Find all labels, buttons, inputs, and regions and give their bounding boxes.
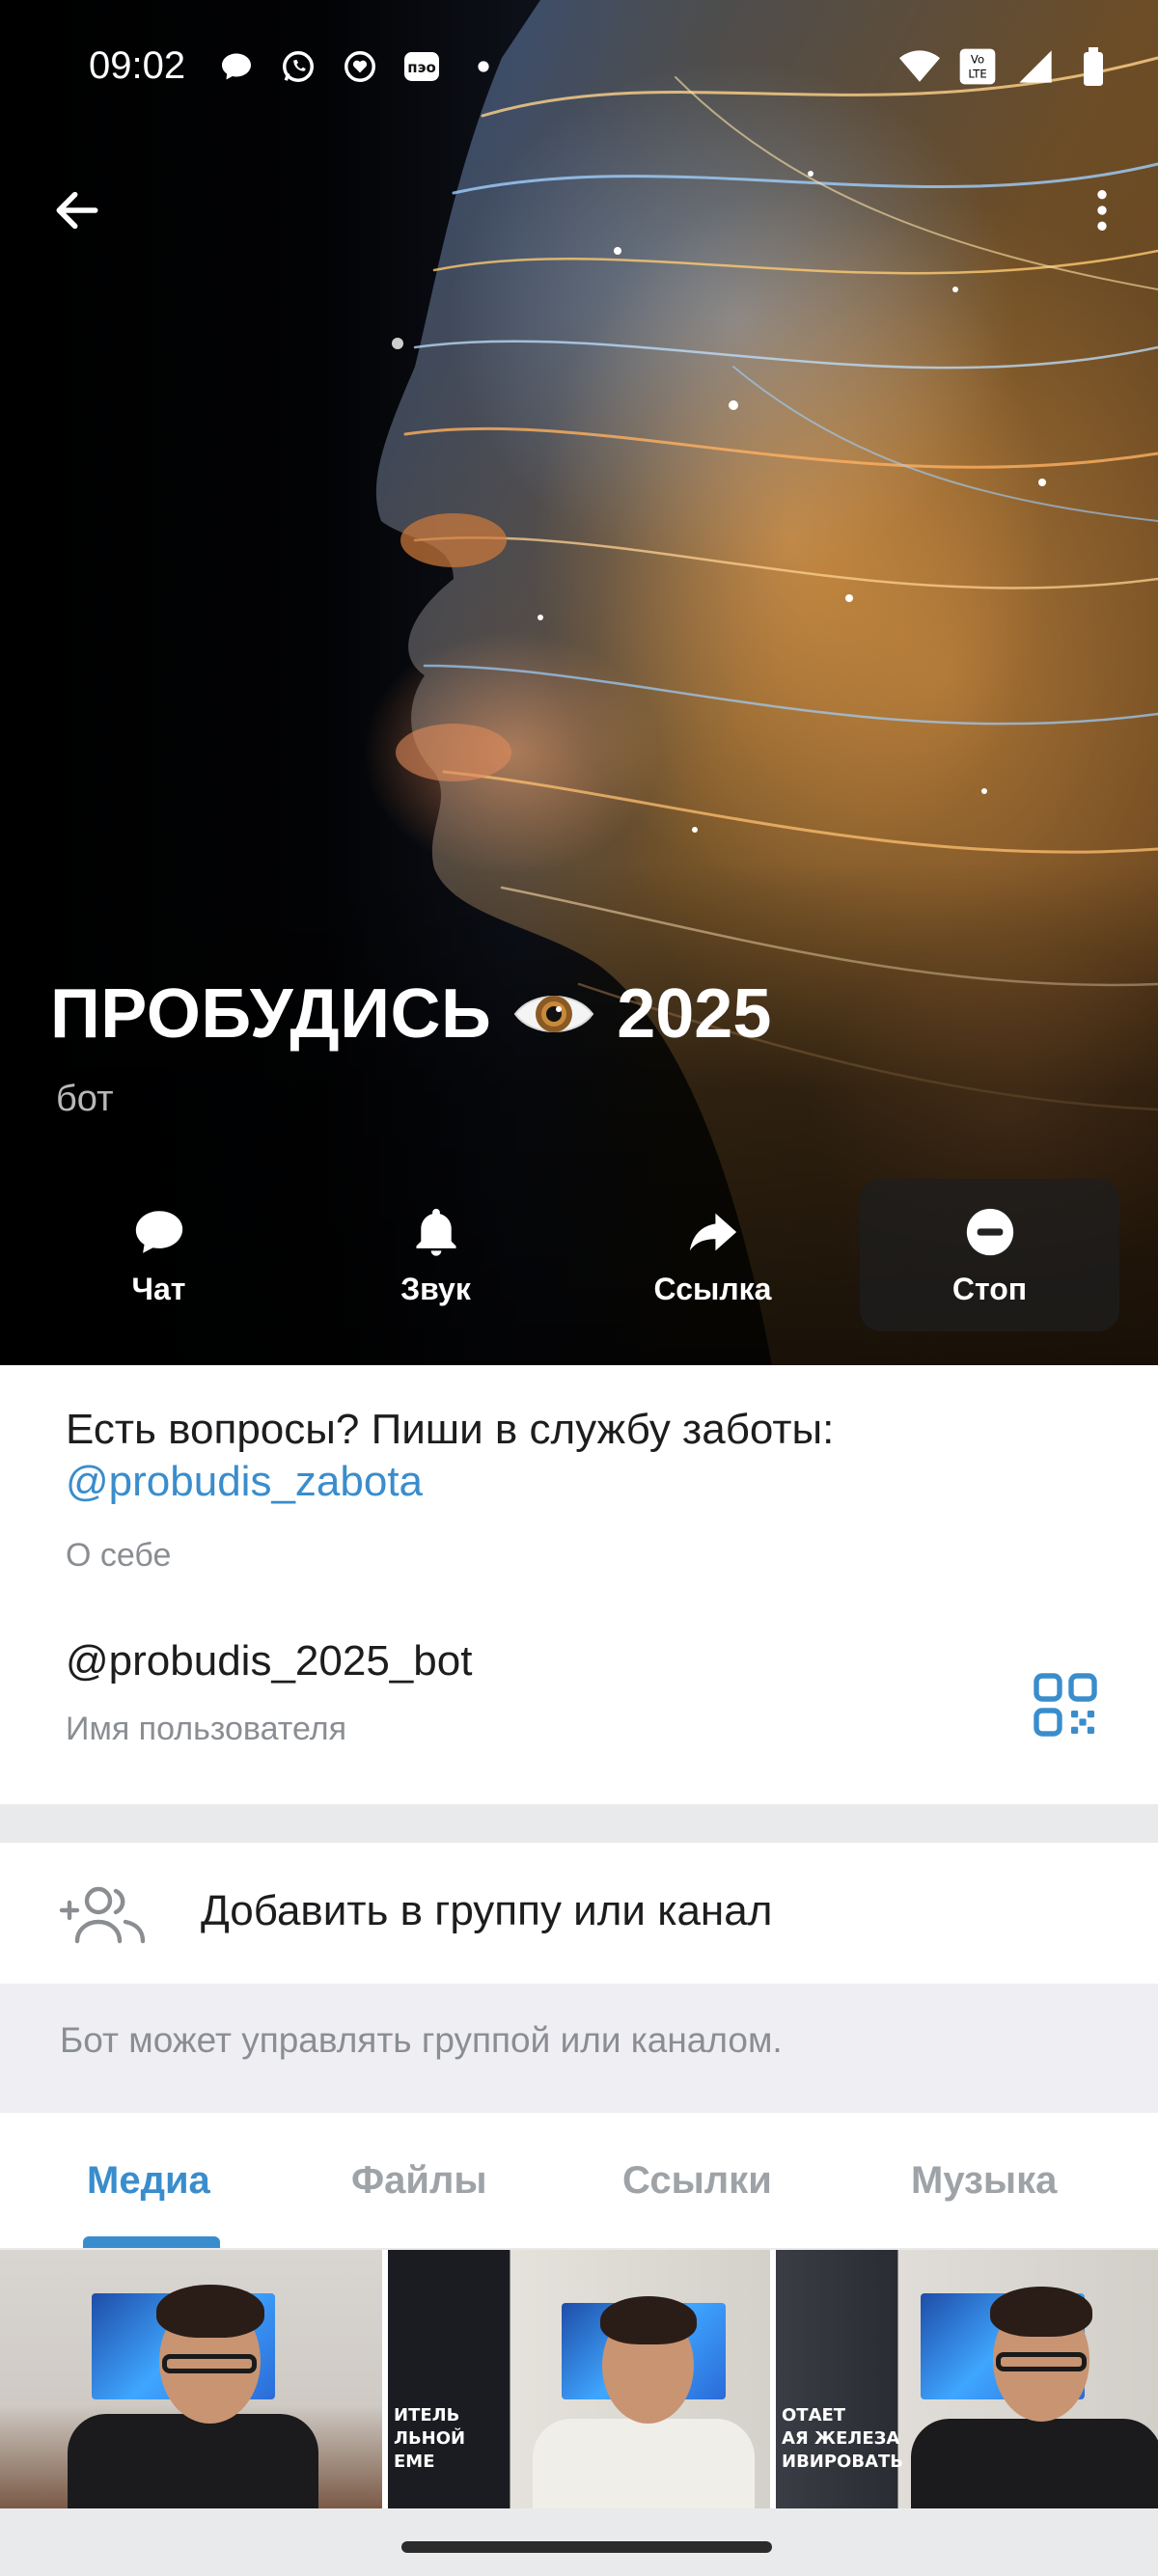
media-thumbnail[interactable]: ИТЕЛЬ ЛЬНОЙ ЕМЕ [388, 2250, 770, 2508]
bio: Есть вопросы? Пиши в службу заботы: @pro… [66, 1404, 1089, 1508]
share-button-label: Ссылка [653, 1271, 772, 1306]
tab-active-indicator [83, 2236, 220, 2248]
tab-files[interactable]: Файлы [351, 2159, 487, 2203]
arrow-left-icon [56, 191, 98, 230]
svg-text:LTE: LTE [968, 68, 986, 81]
heart-chat-icon [340, 46, 380, 87]
shared-media-tabs: Медиа Файлы Ссылки Музыка [0, 2113, 1158, 2248]
more-vertical-icon [1097, 190, 1107, 231]
add-to-group-label: Добавить в группу или канал [201, 1887, 773, 1934]
bio-link[interactable]: @probudis_zabota [66, 1458, 423, 1505]
more-button[interactable] [1067, 176, 1137, 245]
add-to-group-hint-area: Бот может управлять группой или каналом. [0, 1984, 1158, 2113]
profile-cover [0, 0, 1158, 1365]
username[interactable]: @probudis_2025_bot [66, 1637, 472, 1685]
bio-text: Есть вопросы? Пиши в службу заботы: [66, 1406, 835, 1453]
sound-button[interactable]: Звук [306, 1179, 565, 1331]
wifi-icon [899, 46, 940, 87]
add-to-group-hint: Бот может управлять группой или каналом. [60, 2020, 783, 2060]
sound-button-label: Звук [400, 1271, 471, 1306]
add-to-group-row[interactable]: Добавить в группу или канал [0, 1843, 1158, 1984]
profile-subtitle: бот [56, 1079, 114, 1119]
home-indicator[interactable] [401, 2541, 772, 2553]
stop-button-label: Стоп [951, 1271, 1028, 1306]
svg-text:пэо: пэо [407, 59, 436, 76]
eye-emoji [513, 996, 594, 1032]
media-thumbnail[interactable]: ОТАЕТ АЯ ЖЕЛЕЗА ИВИРОВАТЬ [776, 2250, 1158, 2508]
back-button[interactable] [42, 176, 112, 245]
message-bubble-icon [216, 46, 257, 87]
svg-text:Vo: Vo [971, 53, 984, 67]
chat-button[interactable]: Чат [29, 1179, 289, 1331]
whatsapp-icon [278, 46, 318, 87]
add-people-icon [59, 1886, 146, 1944]
status-time: 09:02 [89, 44, 186, 87]
bio-caption: О себе [66, 1537, 172, 1574]
media-grid: ИТЕЛЬ ЛЬНОЙ ЕМЕ ОТАЕТ АЯ ЖЕЛЕЗА ИВИРОВАТ… [0, 2250, 1158, 2508]
tab-links[interactable]: Ссылки [622, 2159, 772, 2203]
pe-app-icon: пэо [401, 46, 442, 87]
username-caption: Имя пользователя [66, 1711, 346, 1747]
chat-icon [135, 1210, 182, 1253]
bell-icon [415, 1208, 456, 1256]
dot-icon [463, 46, 504, 87]
info-card: Есть вопросы? Пиши в службу заботы: @pro… [0, 1365, 1158, 1804]
chat-button-label: Чат [131, 1271, 186, 1306]
profile-title: ПРОБУДИСЬ 2025 [50, 974, 771, 1054]
profile-name-year: 2025 [617, 975, 772, 1053]
share-button[interactable]: Ссылка [583, 1179, 842, 1331]
status-bar: 09:02 пэо Vo LTE [0, 0, 1158, 135]
media-thumbnail[interactable] [0, 2250, 382, 2508]
battery-icon [1073, 46, 1114, 87]
share-icon [689, 1213, 736, 1250]
profile-actions: Чат Звук Ссылка Стоп [29, 1179, 1119, 1331]
tab-media[interactable]: Медиа [87, 2159, 210, 2203]
stop-button[interactable]: Стоп [860, 1179, 1119, 1331]
navigation-bar [0, 2508, 1158, 2576]
signal-icon [1015, 46, 1056, 87]
qr-code-icon [1034, 1673, 1097, 1737]
tab-music[interactable]: Музыка [911, 2159, 1057, 2203]
profile-name: ПРОБУДИСЬ [50, 975, 492, 1053]
volte-icon: Vo LTE [957, 46, 998, 87]
qr-code-button[interactable] [1031, 1670, 1100, 1740]
media-overlay-text: ОТАЕТ АЯ ЖЕЛЕЗА ИВИРОВАТЬ [782, 2405, 903, 2472]
media-overlay-text: ИТЕЛЬ ЛЬНОЙ ЕМЕ [394, 2405, 466, 2472]
stop-icon [966, 1208, 1013, 1255]
